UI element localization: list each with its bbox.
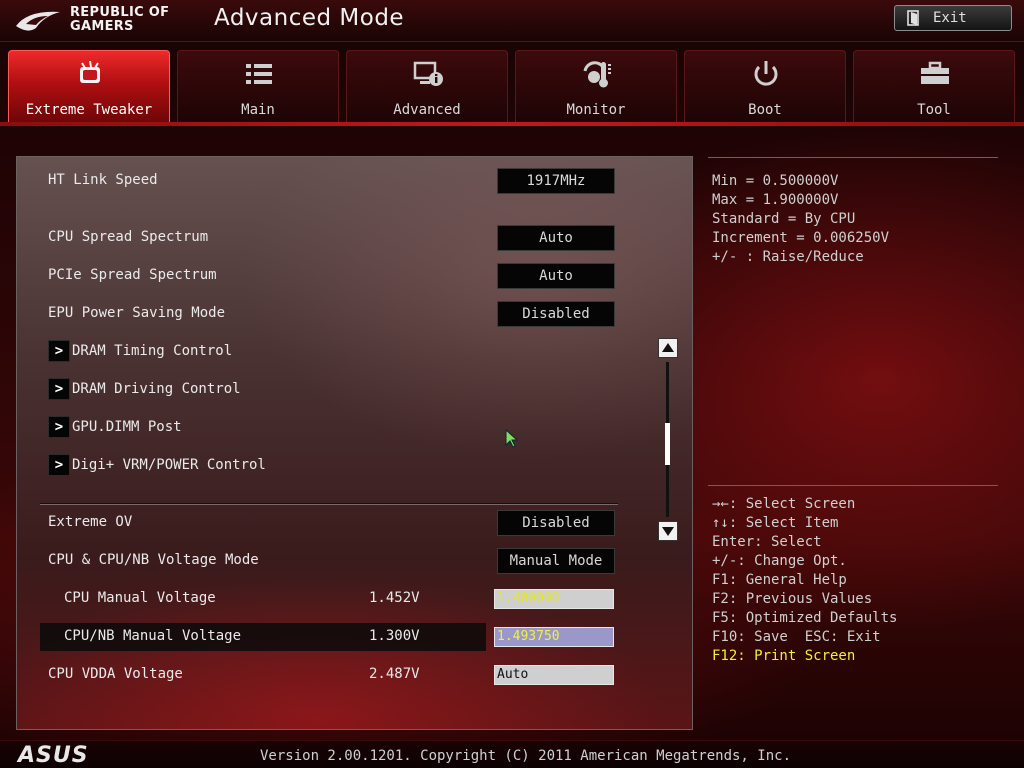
help-line-print-screen[interactable]: F12: Print Screen	[712, 647, 1012, 666]
advanced-icon	[413, 61, 443, 86]
setting-row-extreme-ov[interactable]: Extreme OV Disabled	[40, 509, 618, 537]
submenu-dram-timing-control[interactable]: > DRAM Timing Control	[40, 338, 618, 366]
help-line: F10: Save ESC: Exit	[712, 629, 881, 645]
list-icon	[246, 64, 272, 84]
rog-logo: REPUBLIC OF GAMERS	[14, 4, 184, 38]
triangle-up-icon	[662, 343, 674, 352]
setting-value[interactable]: Manual Mode	[497, 548, 615, 574]
tab-underline	[0, 122, 1024, 126]
submenu-arrow-icon: >	[48, 454, 70, 476]
exit-label: Exit	[933, 10, 967, 26]
tab-label: Advanced	[393, 102, 461, 118]
setting-label: Extreme OV	[48, 514, 133, 530]
submenu-arrow-icon: >	[48, 416, 70, 438]
tab-advanced[interactable]: Advanced	[346, 50, 508, 122]
info-top-divider	[708, 157, 998, 158]
footer: ASUS Version 2.00.1201. Copyright (C) 20…	[0, 740, 1024, 768]
logo-text-line1: REPUBLIC OF	[70, 5, 170, 20]
triangle-down-icon	[662, 527, 674, 536]
cpu-vdda-voltage-input[interactable]: Auto	[494, 665, 614, 685]
setting-row-ht-link-speed[interactable]: HT Link Speed 1917MHz	[40, 167, 618, 195]
setting-label: CPU Manual Voltage	[64, 590, 216, 606]
asus-logo: ASUS	[18, 743, 89, 768]
tab-main[interactable]: Main	[177, 50, 339, 122]
tweaker-icon	[80, 60, 100, 83]
setting-label: CPU & CPU/NB Voltage Mode	[48, 552, 259, 568]
setting-value[interactable]: Disabled	[497, 301, 615, 327]
exit-button[interactable]: Exit	[894, 5, 1012, 31]
setting-row-epu-power-saving[interactable]: EPU Power Saving Mode Disabled	[40, 300, 618, 328]
submenu-label: Digi+ VRM/POWER Control	[72, 457, 266, 473]
voltage-reading: 2.487V	[369, 666, 420, 682]
cpu-manual-voltage-input[interactable]: 1.400000	[494, 589, 614, 609]
setting-row-voltage-mode[interactable]: CPU & CPU/NB Voltage Mode Manual Mode	[40, 547, 618, 575]
help-divider	[708, 485, 998, 486]
help-line: Enter: Select	[712, 534, 822, 550]
mouse-cursor-icon	[505, 429, 519, 448]
rog-eye-icon	[16, 11, 60, 31]
setting-label: CPU VDDA Voltage	[48, 666, 183, 682]
tab-boot[interactable]: Boot	[684, 50, 846, 122]
tab-label: Monitor	[566, 102, 626, 118]
setting-label: EPU Power Saving Mode	[48, 305, 226, 321]
page-title: Advanced Mode	[214, 5, 405, 31]
cpu-nb-manual-voltage-input[interactable]: 1.493750	[494, 627, 614, 647]
info-line: Min = 0.500000V	[712, 173, 839, 189]
submenu-label: DRAM Timing Control	[72, 343, 233, 359]
submenu-label: DRAM Driving Control	[72, 381, 241, 397]
setting-row-pcie-spread-spectrum[interactable]: PCIe Spread Spectrum Auto	[40, 262, 618, 290]
cpu-nb-input-holder: 1.493750	[40, 623, 618, 651]
help-line: F2: Previous Values	[712, 591, 873, 607]
exit-door-icon	[907, 10, 919, 26]
scrollbar-thumb[interactable]	[665, 423, 670, 465]
setting-row-cpu-spread-spectrum[interactable]: CPU Spread Spectrum Auto	[40, 224, 618, 252]
info-line: Max = 1.900000V	[712, 192, 839, 208]
info-line: +/- : Raise/Reduce	[712, 249, 864, 265]
setting-label: CPU Spread Spectrum	[48, 229, 209, 245]
setting-label: PCIe Spread Spectrum	[48, 267, 217, 283]
logo-text-line2: GAMERS	[70, 19, 134, 34]
submenu-digi-vrm-power-control[interactable]: > Digi+ VRM/POWER Control	[40, 452, 618, 480]
setting-row-cpu-manual-voltage[interactable]: CPU Manual Voltage 1.452V 1.400000	[40, 585, 618, 613]
setting-value[interactable]: Auto	[497, 263, 615, 289]
submenu-gpu-dimm-post[interactable]: > GPU.DIMM Post	[40, 414, 618, 442]
submenu-label: GPU.DIMM Post	[72, 419, 182, 435]
tab-extreme-tweaker[interactable]: Extreme Tweaker	[8, 50, 170, 122]
item-info-panel: Min = 0.500000V Max = 1.900000V Standard…	[712, 172, 1002, 267]
help-line: →←: Select Screen	[712, 496, 856, 512]
info-line: Increment = 0.006250V	[712, 230, 890, 246]
settings-panel: HT Link Speed 1917MHz CPU Spread Spectru…	[16, 156, 693, 730]
submenu-dram-driving-control[interactable]: > DRAM Driving Control	[40, 376, 618, 404]
tab-label: Extreme Tweaker	[25, 102, 153, 118]
setting-label: HT Link Speed	[48, 172, 158, 188]
submenu-arrow-icon: >	[48, 378, 70, 400]
help-line: +/-: Change Opt.	[712, 553, 847, 569]
info-line: Standard = By CPU	[712, 211, 856, 227]
setting-value: 1917MHz	[497, 168, 615, 194]
setting-value[interactable]: Auto	[497, 225, 615, 251]
toolbox-icon	[921, 61, 949, 84]
section-divider	[40, 503, 618, 505]
monitor-icon	[583, 61, 611, 88]
power-icon	[754, 61, 778, 86]
submenu-arrow-icon: >	[48, 340, 70, 362]
help-line: ↑↓: Select Item	[712, 515, 839, 531]
setting-row-cpu-vdda-voltage[interactable]: CPU VDDA Voltage 2.487V Auto	[40, 661, 618, 689]
scroll-up-button[interactable]	[658, 338, 678, 358]
top-bar: REPUBLIC OF GAMERS Advanced Mode Exit	[0, 0, 1024, 42]
scroll-down-button[interactable]	[658, 521, 678, 541]
version-text: Version 2.00.1201. Copyright (C) 2011 Am…	[260, 748, 792, 764]
tab-label: Main	[241, 102, 275, 118]
help-line: F5: Optimized Defaults	[712, 610, 898, 626]
key-help-panel: →←: Select Screen ↑↓: Select Item Enter:…	[712, 495, 1012, 666]
help-line: F1: General Help	[712, 572, 847, 588]
setting-value[interactable]: Disabled	[497, 510, 615, 536]
tab-tool[interactable]: Tool	[853, 50, 1015, 122]
voltage-reading: 1.452V	[369, 590, 420, 606]
tab-label: Boot	[748, 102, 782, 118]
tab-monitor[interactable]: Monitor	[515, 50, 677, 122]
tab-label: Tool	[917, 102, 951, 118]
main-tabs: Extreme Tweaker Main Advanced Monitor Bo…	[8, 50, 1016, 122]
